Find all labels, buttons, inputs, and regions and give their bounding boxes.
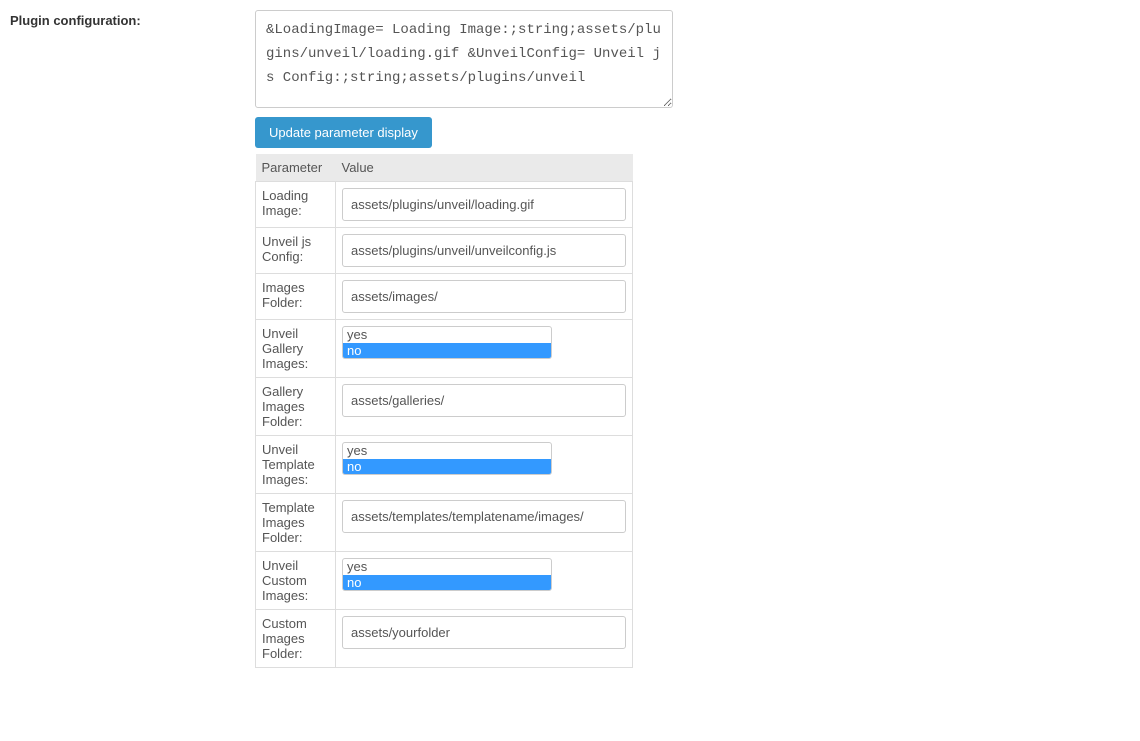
param-label: Template Images Folder: (256, 494, 336, 552)
table-row: Unveil Custom Images:yesno (256, 552, 633, 610)
param-value-cell: yesno (336, 320, 633, 378)
param-label: Unveil Gallery Images: (256, 320, 336, 378)
parameter-table: Parameter Value Loading Image:Unveil js … (255, 154, 633, 668)
param-label: Loading Image: (256, 182, 336, 228)
param-value-cell: yesno (336, 436, 633, 494)
param-value-cell (336, 610, 633, 668)
col-header-value: Value (336, 154, 633, 182)
param-label: Gallery Images Folder: (256, 378, 336, 436)
param-select-option[interactable]: yes (343, 327, 551, 343)
table-row: Custom Images Folder: (256, 610, 633, 668)
param-value-cell (336, 274, 633, 320)
param-value-cell (336, 378, 633, 436)
param-text-input[interactable] (342, 280, 626, 313)
param-select-option[interactable]: no (343, 575, 551, 591)
table-row: Gallery Images Folder: (256, 378, 633, 436)
param-text-input[interactable] (342, 616, 626, 649)
param-label: Images Folder: (256, 274, 336, 320)
param-select[interactable]: yesno (342, 442, 552, 475)
param-select[interactable]: yesno (342, 326, 552, 359)
plugin-config-row: Plugin configuration: Update parameter d… (10, 10, 1130, 668)
table-row: Unveil Gallery Images:yesno (256, 320, 633, 378)
param-text-input[interactable] (342, 500, 626, 533)
parameter-table-body: Loading Image:Unveil js Config:Images Fo… (256, 182, 633, 668)
plugin-config-textarea[interactable] (255, 10, 673, 108)
param-text-input[interactable] (342, 234, 626, 267)
table-row: Unveil js Config: (256, 228, 633, 274)
param-value-cell (336, 182, 633, 228)
param-label: Unveil Template Images: (256, 436, 336, 494)
plugin-config-label: Plugin configuration: (10, 10, 255, 28)
param-select-option[interactable]: no (343, 343, 551, 359)
param-label: Unveil Custom Images: (256, 552, 336, 610)
update-parameter-display-button[interactable]: Update parameter display (255, 117, 432, 148)
param-label: Custom Images Folder: (256, 610, 336, 668)
param-value-cell: yesno (336, 552, 633, 610)
table-row: Template Images Folder: (256, 494, 633, 552)
plugin-config-content: Update parameter display Parameter Value… (255, 10, 673, 668)
table-row: Loading Image: (256, 182, 633, 228)
table-row: Images Folder: (256, 274, 633, 320)
param-text-input[interactable] (342, 384, 626, 417)
col-header-parameter: Parameter (256, 154, 336, 182)
param-text-input[interactable] (342, 188, 626, 221)
param-label: Unveil js Config: (256, 228, 336, 274)
param-select-option[interactable]: yes (343, 443, 551, 459)
param-select-option[interactable]: yes (343, 559, 551, 575)
table-row: Unveil Template Images:yesno (256, 436, 633, 494)
param-value-cell (336, 494, 633, 552)
param-value-cell (336, 228, 633, 274)
param-select[interactable]: yesno (342, 558, 552, 591)
param-select-option[interactable]: no (343, 459, 551, 475)
